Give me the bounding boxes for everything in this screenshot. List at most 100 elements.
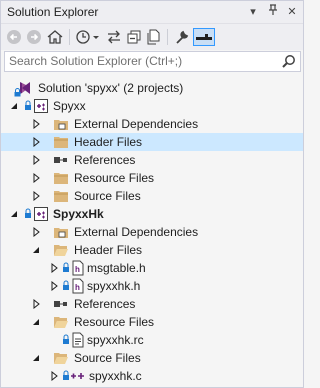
solution-explorer-window: Solution Explorer ▾ ✕ Search Solution Ex… [0,0,304,388]
file-label: msgtable.h [87,261,146,275]
cpp-project-icon [34,207,48,221]
folder-icon [54,173,68,184]
tree-row-file-spyxxhk-h[interactable]: h spyxxhk.h [1,277,303,295]
references-icon [54,157,67,163]
window-position-dropdown-button[interactable]: ▾ [245,4,261,20]
forward-button[interactable] [25,28,43,46]
tree-row-header-files[interactable]: Header Files [1,133,303,151]
tree-row-project-spyxxhk[interactable]: SpyxxHk [1,205,303,223]
file-label: spyxxhk.rc [87,333,144,347]
history-icon [76,30,99,44]
tree-row-source-files[interactable]: Source Files [1,349,303,367]
toolbar-separator [167,29,168,45]
forward-arrow-icon [27,30,41,44]
collapse-all-icon [127,30,141,44]
tree-item-label: Header Files [74,135,143,149]
tree-row-file-spyxxhk-c[interactable]: spyxxhk.c [1,367,303,385]
tree-item-label: Header Files [74,243,143,257]
sync-with-active-document-button[interactable] [105,28,123,46]
tree-item-label: External Dependencies [74,225,199,239]
collapsed-arrow-icon[interactable] [32,191,42,201]
tree-row-references[interactable]: References [1,295,303,313]
auto-hide-pin-button[interactable] [265,4,281,20]
header-file-icon: h [72,260,84,276]
tree-item-label: Source Files [74,189,141,203]
collapsed-arrow-icon[interactable] [32,299,42,309]
lock-icon [25,100,31,110]
close-button[interactable]: ✕ [284,4,300,20]
collapsed-arrow-icon[interactable] [32,137,42,147]
file-label: spyxxhk.h [87,279,141,293]
solution-label: Solution 'spyxx' (2 projects) [38,81,184,95]
lock-icon [63,370,69,380]
folder-open-icon [54,245,68,256]
tree-row-references[interactable]: References [1,151,303,169]
cpp-project-icon [34,99,48,113]
search-button[interactable] [282,54,296,71]
home-button[interactable] [46,28,64,46]
sync-icon [108,30,120,44]
lock-icon [14,88,21,97]
collapsed-arrow-icon[interactable] [50,281,60,291]
folder-icon [54,137,68,148]
toolbar [1,24,303,50]
pending-changes-filter-button[interactable] [75,28,101,46]
collapsed-arrow-icon[interactable] [50,263,60,273]
expanded-arrow-icon[interactable] [32,353,42,363]
collapsed-arrow-icon[interactable] [32,119,42,129]
tree-row-header-files[interactable]: Header Files [1,241,303,259]
expanded-arrow-icon[interactable] [32,317,42,327]
tree-item-label: Resource Files [74,171,155,185]
search-icon [282,55,295,68]
resource-file-icon [72,332,84,348]
tree-item-label: Source Files [74,351,141,365]
collapsed-arrow-icon[interactable] [32,173,42,183]
tree-item-label: External Dependencies [74,117,199,131]
project-label: Spyxx [53,99,86,113]
references-icon [54,301,67,307]
home-icon [47,30,63,44]
expanded-arrow-icon[interactable] [32,245,42,255]
cpp-source-file-icon [71,373,84,379]
lock-icon [63,334,69,344]
preview-selected-items-button[interactable] [193,28,215,46]
header-file-icon: h [72,278,84,294]
search-input[interactable] [9,53,271,69]
tree-row-solution[interactable]: Solution 'spyxx' (2 projects) [1,79,303,97]
collapsed-arrow-icon[interactable] [50,371,60,381]
search-box[interactable] [4,51,301,72]
tree-row-file-spyxxhk-rc[interactable]: spyxxhk.rc [1,331,303,349]
svg-text:h: h [75,265,80,274]
tree-item-label: References [74,297,136,311]
expanded-arrow-icon[interactable] [10,101,20,111]
properties-button[interactable] [173,28,191,46]
folder-open-icon [54,317,68,328]
tree-row-project-spyxx[interactable]: Spyxx [1,97,303,115]
window-title: Solution Explorer [7,5,99,19]
tree-row-external-dependencies[interactable]: External Dependencies [1,223,303,241]
tree-row-resource-files[interactable]: Resource Files [1,313,303,331]
collapsed-arrow-icon[interactable] [32,227,42,237]
collapse-all-button[interactable] [125,28,143,46]
tree-item-label: Resource Files [74,315,155,329]
lock-icon [25,208,31,218]
pin-icon [269,4,277,15]
expanded-arrow-icon[interactable] [10,209,20,219]
show-all-files-button[interactable] [145,28,163,46]
tree-row-file-msgtable-h[interactable]: h msgtable.h [1,259,303,277]
tree-row-source-files[interactable]: Source Files [1,187,303,205]
toolbar-separator [69,29,70,45]
lock-icon [63,262,69,272]
tree-item-label: References [74,153,136,167]
external-dependencies-icon [54,228,68,238]
tree-row-resource-files[interactable]: Resource Files [1,169,303,187]
collapsed-arrow-icon[interactable] [32,155,42,165]
tree-row-external-dependencies[interactable]: External Dependencies [1,115,303,133]
properties-wrench-icon [176,30,189,44]
back-button[interactable] [5,28,23,46]
svg-text:h: h [75,283,80,292]
preview-toggle-icon [196,34,212,40]
solution-tree: Solution 'spyxx' (2 projects) Spyxx Exte… [1,77,303,387]
back-arrow-icon [7,30,21,44]
project-label: SpyxxHk [53,207,104,221]
